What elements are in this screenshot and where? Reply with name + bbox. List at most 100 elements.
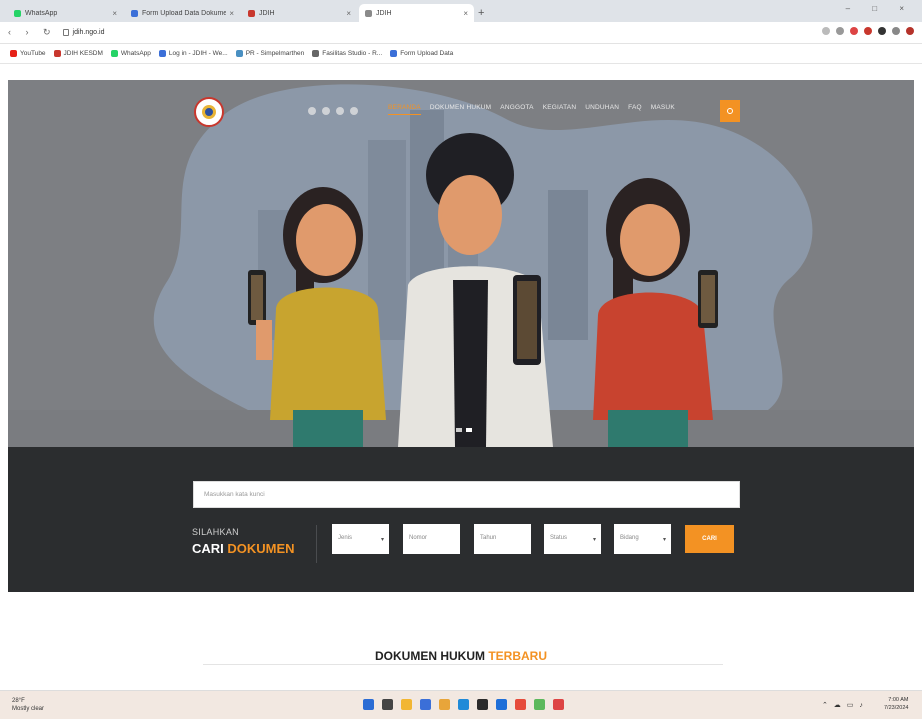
extension-icon[interactable] <box>892 27 900 35</box>
search-submit-button[interactable]: CARI <box>685 525 734 553</box>
carousel-dot[interactable] <box>466 428 472 432</box>
bookmark-favicon-icon <box>312 50 320 57</box>
bookmark-item[interactable]: Log in - JDIH - We... <box>158 50 228 57</box>
filter-label: Tahun <box>480 535 497 541</box>
chevron-down-icon: ▾ <box>592 537 596 543</box>
keyword-input[interactable]: Masukkan kata kunci <box>193 481 740 508</box>
lock-icon <box>62 29 69 36</box>
filter-nomor[interactable]: Nomor <box>403 524 460 554</box>
taskbar-app-icon[interactable] <box>496 699 507 710</box>
back-forward-reload-icon[interactable]: ‹ › ↻ <box>8 27 57 38</box>
filter-bidang[interactable]: Bidang ▾ <box>614 524 671 554</box>
tab-title: WhatsApp <box>25 9 58 17</box>
bookmark-item[interactable]: YouTube <box>10 50 46 57</box>
hero-illustration <box>8 84 914 447</box>
site-logo[interactable] <box>194 97 224 127</box>
bookmark-favicon-icon <box>235 50 243 57</box>
instagram-icon[interactable] <box>336 107 344 115</box>
clock[interactable]: 7:00 AM 7/23/2024 <box>884 696 908 712</box>
bookmark-item[interactable]: Fasilitas Studio - R... <box>312 50 382 57</box>
weather-widget[interactable]: 28°F Mostly clear <box>12 697 44 713</box>
bookmark-item[interactable]: WhatsApp <box>110 50 151 57</box>
address-bar: ‹ › ↻ jdih.ngo.id <box>0 22 922 44</box>
divider <box>316 525 317 563</box>
menu-item[interactable]: BERANDA <box>388 104 421 115</box>
site-search-button[interactable] <box>720 100 740 122</box>
browser-tab[interactable]: JDIH × <box>242 4 357 22</box>
bookmark-label: YouTube <box>20 50 46 57</box>
bookmark-item[interactable]: Form Upload Data <box>390 50 453 57</box>
star-icon[interactable] <box>822 27 830 35</box>
hero-banner: BERANDA DOKUMEN HUKUM ANGGOTA KEGIATAN UNDUH… <box>8 80 914 447</box>
menu-item[interactable]: UNDUHAN <box>585 104 619 115</box>
bookmark-item[interactable]: JDIH KESDM <box>53 50 103 57</box>
url-text: jdih.ngo.id <box>72 29 105 36</box>
browser-tab[interactable]: WhatsApp × <box>8 4 123 22</box>
menu-item[interactable]: FAQ <box>628 104 642 115</box>
close-icon[interactable]: × <box>229 9 234 18</box>
tab-favicon-icon <box>131 9 138 17</box>
clock-time: 7:00 AM <box>888 697 909 703</box>
taskbar-app-icon[interactable] <box>420 699 431 710</box>
taskbar-app-icon[interactable] <box>553 699 564 710</box>
os-taskbar: 28°F Mostly clear ⌃ ☁ ▭ ♪ 7:00 AM 7/23/2… <box>0 690 922 719</box>
search-heading-accent: DOKUMEN <box>227 541 295 556</box>
taskbar-app-icon[interactable] <box>515 699 526 710</box>
extension-icon[interactable] <box>864 27 872 35</box>
facebook-icon[interactable] <box>308 107 316 115</box>
extension-icon[interactable] <box>850 27 858 35</box>
carousel-dot[interactable] <box>456 428 462 432</box>
filter-label: Jenis <box>338 535 353 541</box>
taskbar-apps <box>363 699 564 710</box>
youtube-icon[interactable] <box>350 107 358 115</box>
extensions-area <box>822 27 914 35</box>
share-icon[interactable] <box>836 27 844 35</box>
bookmark-favicon-icon <box>10 50 17 57</box>
close-icon[interactable]: × <box>346 9 351 18</box>
filter-status[interactable]: Status ▾ <box>544 524 601 554</box>
tab-favicon-icon <box>14 9 21 17</box>
extension-icon[interactable] <box>878 27 886 35</box>
profile-avatar[interactable] <box>906 27 914 35</box>
new-tab-button[interactable]: + <box>478 4 484 22</box>
carousel-indicators <box>456 428 472 432</box>
browser-tab[interactable]: Form Upload Data Dokumen × <box>125 4 240 22</box>
filter-tahun[interactable]: Tahun <box>474 524 531 554</box>
taskbar-app-icon[interactable] <box>401 699 412 710</box>
filter-label: Status <box>550 535 568 541</box>
bookmark-label: Form Upload Data <box>400 50 454 57</box>
social-icons <box>308 107 358 115</box>
filter-jenis[interactable]: Jenis ▾ <box>332 524 389 554</box>
tab-title: JDIH <box>259 9 275 17</box>
filter-label: Nomor <box>409 535 428 541</box>
taskbar-app-icon[interactable] <box>363 699 374 710</box>
bookmark-label: JDIH KESDM <box>63 50 103 57</box>
menu-item[interactable]: DOKUMEN HUKUM <box>430 104 491 115</box>
section-divider <box>203 664 723 665</box>
window-controls[interactable]: – □ × <box>846 4 914 13</box>
bookmark-item[interactable]: PR - Simpelmarthen <box>235 50 304 57</box>
clock-date: 7/23/2024 <box>884 705 909 711</box>
url-field[interactable]: jdih.ngo.id <box>62 29 105 36</box>
taskbar-app-icon[interactable] <box>534 699 545 710</box>
taskbar-app-icon[interactable] <box>477 699 488 710</box>
taskbar-app-icon[interactable] <box>458 699 469 710</box>
screen: WhatsApp × Form Upload Data Dokumen × JDIH × J… <box>0 0 922 719</box>
browser-tab[interactable]: JDIH × <box>359 4 474 22</box>
tab-favicon-icon <box>365 9 372 17</box>
menu-item[interactable]: KEGIATAN <box>543 104 577 115</box>
section-title-inner: DOKUMEN HUKUM TERBARU <box>368 649 553 663</box>
menu-item[interactable]: MASUK <box>651 104 675 115</box>
taskbar-app-icon[interactable] <box>439 699 450 710</box>
document-search-panel: Masukkan kata kunci SILAHKAN CARI DOKUME… <box>8 447 914 592</box>
taskbar-app-icon[interactable] <box>382 699 393 710</box>
system-tray[interactable]: ⌃ ☁ ▭ ♪ <box>822 701 865 709</box>
search-heading-word: CARI <box>192 541 224 556</box>
section-title: DOKUMEN HUKUM TERBARU <box>8 649 914 663</box>
twitter-icon[interactable] <box>322 107 330 115</box>
latest-documents-section: DOKUMEN HUKUM TERBARU <box>8 592 914 688</box>
close-icon[interactable]: × <box>112 9 117 18</box>
menu-item[interactable]: ANGGOTA <box>500 104 533 115</box>
close-icon[interactable]: × <box>463 9 468 18</box>
bookmark-label: WhatsApp <box>120 50 151 57</box>
